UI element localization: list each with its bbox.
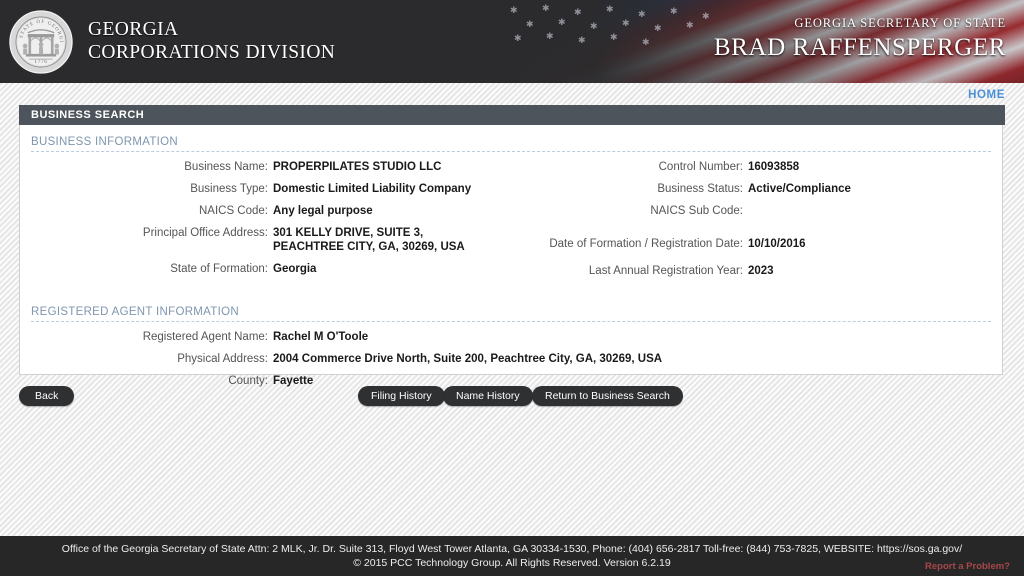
field-label: Business Type: xyxy=(20,181,268,196)
field-label: State of Formation: xyxy=(20,261,268,276)
field-physical-address: Physical Address: 2004 Commerce Drive No… xyxy=(20,351,1002,366)
field-label: Date of Formation / Registration Date: xyxy=(511,236,743,251)
footer-contact-line: Office of the Georgia Secretary of State… xyxy=(0,536,1024,556)
site-header: ✱ ✱ ✱ ✱ ✱ ✱ ✱ ✱ ✱ ✱ ✱ ✱ ✱ ✱ ✱ ✱ ✱ ✱ xyxy=(0,0,1024,83)
field-value: 16093858 xyxy=(748,159,799,174)
field-value: 301 KELLY DRIVE, SUITE 3, PEACHTREE CITY… xyxy=(273,225,493,254)
return-to-business-search-button[interactable]: Return to Business Search xyxy=(532,386,683,406)
field-label: Business Name: xyxy=(20,159,268,174)
field-value: Domestic Limited Liability Company xyxy=(273,181,471,196)
field-value: Any legal purpose xyxy=(273,203,373,218)
registered-agent-information-section: REGISTERED AGENT INFORMATION Registered … xyxy=(20,295,1002,388)
field-registered-agent-name: Registered Agent Name: Rachel M O'Toole xyxy=(20,329,1002,344)
registered-agent-header: REGISTERED AGENT INFORMATION xyxy=(31,295,991,322)
registered-agent-title: REGISTERED AGENT INFORMATION xyxy=(31,306,991,321)
tab-business-search[interactable]: BUSINESS SEARCH xyxy=(19,105,174,125)
back-button[interactable]: Back xyxy=(19,386,74,406)
header-title-line2: CORPORATIONS DIVISION xyxy=(88,41,335,65)
field-value: Rachel M O'Toole xyxy=(273,329,368,344)
business-information-section: BUSINESS INFORMATION Business Name: PROP… xyxy=(20,125,1002,285)
svg-text:1776: 1776 xyxy=(34,59,47,65)
business-information-grid: Business Name: PROPERPILATES STUDIO LLC … xyxy=(20,152,1002,285)
footer-copyright-line: © 2015 PCC Technology Group. All Rights … xyxy=(0,556,1024,570)
header-brand: STATE OF GEORGIA 1776 GEORGIA CORPORATIO… xyxy=(0,0,335,83)
business-information-right-column: Control Number: 16093858 Business Status… xyxy=(511,159,1002,285)
name-history-button[interactable]: Name History xyxy=(443,386,533,406)
header-title-block: GEORGIA CORPORATIONS DIVISION xyxy=(88,18,335,65)
field-value: PROPERPILATES STUDIO LLC xyxy=(273,159,441,174)
business-information-header: BUSINESS INFORMATION xyxy=(31,125,991,152)
field-value: Active/Compliance xyxy=(748,181,851,196)
field-label: Principal Office Address: xyxy=(20,225,268,240)
home-link[interactable]: HOME xyxy=(968,89,1005,101)
field-naics-sub-code: NAICS Sub Code: xyxy=(511,203,1002,218)
field-business-name: Business Name: PROPERPILATES STUDIO LLC xyxy=(20,159,511,174)
field-date-of-formation: Date of Formation / Registration Date: 1… xyxy=(511,236,1002,251)
georgia-state-seal-icon: STATE OF GEORGIA 1776 xyxy=(8,9,74,75)
field-principal-office-address: Principal Office Address: 301 KELLY DRIV… xyxy=(20,225,511,254)
field-label: Business Status: xyxy=(511,181,743,196)
field-label: Last Annual Registration Year: xyxy=(511,263,743,278)
field-label: NAICS Code: xyxy=(20,203,268,218)
secretary-of-state-block: GEORGIA SECRETARY OF STATE BRAD RAFFENSP… xyxy=(714,16,1006,63)
tab-bar: BUSINESS SEARCH xyxy=(19,105,1005,125)
field-value: 2004 Commerce Drive North, Suite 200, Pe… xyxy=(273,351,662,366)
business-information-left-column: Business Name: PROPERPILATES STUDIO LLC … xyxy=(20,159,511,285)
field-control-number: Control Number: 16093858 xyxy=(511,159,1002,174)
field-state-of-formation: State of Formation: Georgia xyxy=(20,261,511,276)
field-business-type: Business Type: Domestic Limited Liabilit… xyxy=(20,181,511,196)
field-value: Georgia xyxy=(273,261,316,276)
field-value: 2023 xyxy=(748,263,774,278)
site-footer: Office of the Georgia Secretary of State… xyxy=(0,536,1024,576)
office-label: GEORGIA SECRETARY OF STATE xyxy=(714,16,1006,31)
field-naics-code: NAICS Code: Any legal purpose xyxy=(20,203,511,218)
action-button-row: Back Filing History Name History Return … xyxy=(19,386,1005,406)
business-detail-panel: BUSINESS INFORMATION Business Name: PROP… xyxy=(19,125,1003,375)
header-title-line1: GEORGIA xyxy=(88,18,335,41)
filing-history-button[interactable]: Filing History xyxy=(358,386,445,406)
field-label: Control Number: xyxy=(511,159,743,174)
field-business-status: Business Status: Active/Compliance xyxy=(511,181,1002,196)
business-information-title: BUSINESS INFORMATION xyxy=(31,136,991,151)
field-value: 10/10/2016 xyxy=(748,236,806,251)
report-a-problem-link[interactable]: Report a Problem? xyxy=(925,561,1010,572)
official-name: BRAD RAFFENSPERGER xyxy=(714,33,1006,63)
field-label: Physical Address: xyxy=(20,351,268,366)
field-label: Registered Agent Name: xyxy=(20,329,268,344)
registered-agent-fields: Registered Agent Name: Rachel M O'Toole … xyxy=(20,322,1002,388)
field-label: NAICS Sub Code: xyxy=(511,203,743,218)
field-last-annual-registration-year: Last Annual Registration Year: 2023 xyxy=(511,263,1002,278)
